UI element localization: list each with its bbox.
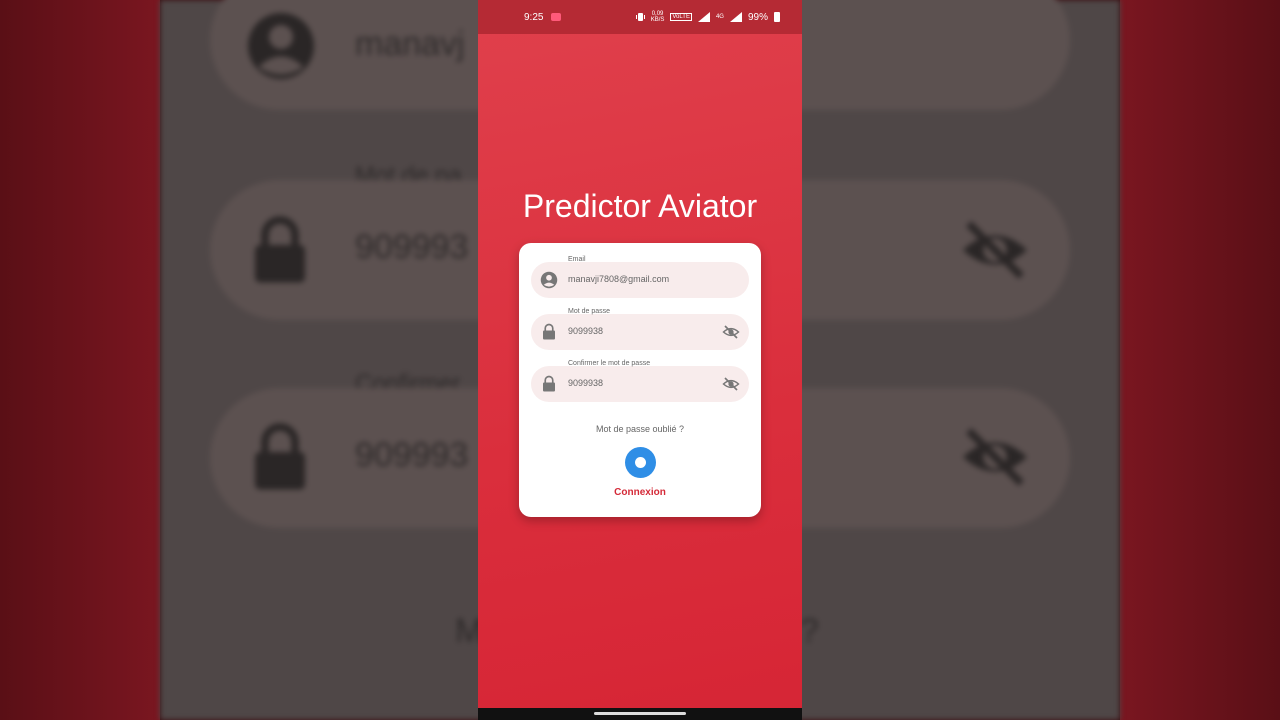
- background-band-left: [0, 0, 160, 720]
- confirm-password-field[interactable]: Confirmer le mot de passe: [531, 360, 749, 402]
- bg-visibility-off-icon-2: [962, 428, 1028, 486]
- app-title: Predictor Aviator: [522, 188, 758, 224]
- bg-confirm-text: 909993: [355, 436, 469, 474]
- bg-email-text: manavj: [355, 25, 465, 63]
- phone-screen: 9:25 0,09 KB/S VoLTE 4G 99% Predictor Av…: [478, 0, 802, 720]
- password-label: Mot de passe: [568, 308, 611, 315]
- bg-visibility-off-icon: [962, 221, 1028, 279]
- status-bar: 9:25 0,09 KB/S VoLTE 4G 99%: [478, 0, 802, 34]
- email-input[interactable]: [568, 274, 718, 284]
- bg-lock-icon-2: [255, 423, 305, 490]
- confirm-password-label: Confirmer le mot de passe: [568, 360, 651, 367]
- signal-icon: [697, 12, 710, 22]
- battery-percent: 99%: [747, 11, 768, 23]
- bg-lock-icon: [255, 216, 305, 283]
- lock-icon: [543, 323, 555, 340]
- loading-indicator: [625, 447, 656, 478]
- battery-icon: [774, 12, 780, 22]
- forgot-password-link[interactable]: Mot de passe oublié ?: [519, 424, 761, 434]
- confirm-password-input[interactable]: [568, 378, 718, 388]
- signal-type: 4G: [715, 14, 724, 20]
- visibility-off-icon[interactable]: [722, 323, 740, 341]
- signal-icon-2: [729, 12, 742, 22]
- vibrate-icon: [635, 13, 645, 21]
- password-field[interactable]: Mot de passe: [531, 308, 749, 350]
- network-speed-unit: KB/S: [650, 17, 665, 23]
- home-gesture-handle[interactable]: [594, 712, 686, 715]
- login-card: Email Mot de passe Confirmer le mot d: [519, 243, 761, 517]
- bg-password-text: 909993: [355, 228, 469, 266]
- email-label: Email: [568, 256, 586, 263]
- volte-badge: VoLTE: [670, 13, 692, 21]
- visibility-off-icon[interactable]: [722, 375, 740, 393]
- account-icon: [540, 271, 558, 289]
- password-input[interactable]: [568, 326, 718, 336]
- background-band-right: [1120, 0, 1280, 720]
- screen-record-icon: [551, 13, 562, 21]
- navigation-bar: [478, 708, 802, 720]
- email-field[interactable]: Email: [531, 256, 749, 298]
- lock-icon: [543, 375, 555, 392]
- login-button[interactable]: Connexion: [519, 487, 761, 498]
- network-speed: 0,09 KB/S: [651, 11, 665, 23]
- bg-forgot-right: ?: [800, 612, 819, 650]
- bg-account-icon: [248, 13, 314, 79]
- status-time: 9:25: [524, 11, 544, 23]
